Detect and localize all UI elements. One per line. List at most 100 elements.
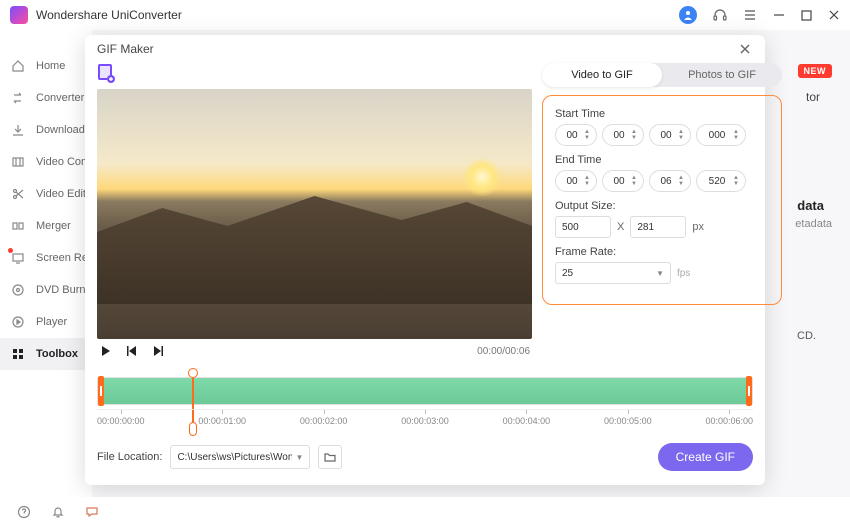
dvd-icon [10,282,26,298]
frame-rate-select[interactable]: 25 ▼ [555,262,671,284]
maximize-icon[interactable] [801,10,812,21]
app-logo [10,6,28,24]
output-x-label: X [617,221,624,233]
prev-frame-button[interactable] [125,344,139,358]
bottom-bar [0,497,850,527]
output-height-input[interactable] [630,216,686,238]
close-window-icon[interactable] [828,9,840,21]
end-ms-stepper[interactable]: 520▲▼ [696,170,746,192]
ruler-tick: 00:00:00:00 [97,416,145,433]
headset-icon[interactable] [713,8,727,22]
download-icon [10,122,26,138]
play-button[interactable] [99,344,113,358]
play-icon [10,314,26,330]
sidebar-item-label: Merger [36,220,71,232]
frame-rate-label: Frame Rate: [555,246,769,258]
video-preview[interactable] [97,89,532,339]
timeline-ruler: 00:00:00:00 00:00:01:00 00:00:02:00 00:0… [97,409,753,433]
convert-icon [10,90,26,106]
timeline-handle-right[interactable] [746,376,752,406]
ruler-tick: 00:00:02:00 [300,416,348,433]
help-icon[interactable] [16,504,32,520]
sidebar-item-label: Video Editor [36,188,92,200]
add-media-icon[interactable] [97,63,115,83]
sidebar-item-label: Toolbox [36,348,78,360]
ruler-tick: 00:00:01:00 [198,416,246,433]
sidebar-item-label: Video Compressor [36,156,92,168]
end-minutes-stepper[interactable]: 00▲▼ [602,170,644,192]
avatar-icon[interactable] [679,6,697,24]
sidebar-item-recorder[interactable]: Screen Recorder [0,242,92,274]
sidebar-item-compressor[interactable]: Video Compressor [0,146,92,178]
compress-icon [10,154,26,170]
timeline-track[interactable] [97,377,753,405]
sidebar-item-downloader[interactable]: Downloader [0,114,92,146]
menu-icon[interactable] [743,8,757,22]
home-icon [10,58,26,74]
record-icon [10,250,26,266]
output-width-input[interactable] [555,216,611,238]
sidebar-item-editor[interactable]: Video Editor [0,178,92,210]
gif-maker-modal: GIF Maker 00:00/00:06 [85,35,765,485]
close-icon[interactable] [737,41,753,57]
start-hours-stepper[interactable]: 00▲▼ [555,124,597,146]
bg-text: tor [806,90,820,104]
timeline-handle-left[interactable] [98,376,104,406]
open-folder-button[interactable] [318,445,342,469]
output-px-label: px [692,221,704,233]
sidebar-item-label: Downloader [36,124,92,136]
tab-video-to-gif[interactable]: Video to GIF [542,63,662,87]
timeline: 00:00:00:00 00:00:01:00 00:00:02:00 00:0… [97,377,753,433]
modal-header: GIF Maker [85,35,765,63]
create-gif-button[interactable]: Create GIF [658,443,753,471]
start-minutes-stepper[interactable]: 00▲▼ [602,124,644,146]
tab-photos-to-gif[interactable]: Photos to GIF [662,63,782,87]
window-controls [679,6,840,24]
modal-footer: File Location: C:\Users\ws\Pictures\Wond… [97,443,753,471]
tab-switch: Video to GIF Photos to GIF [542,63,782,87]
start-ms-stepper[interactable]: 000▲▼ [696,124,746,146]
app-title: Wondershare UniConverter [36,8,679,22]
output-size-label: Output Size: [555,200,769,212]
playback-controls: 00:00/00:06 [97,339,532,363]
grid-icon [10,346,26,362]
settings-panel: Start Time 00▲▼ 00▲▼ 00▲▼ 000▲▼ End Time… [542,95,782,305]
sidebar-item-toolbox[interactable]: Toolbox [0,338,92,370]
start-seconds-stepper[interactable]: 00▲▼ [649,124,691,146]
ruler-tick: 00:00:06:00 [705,416,753,433]
ruler-tick: 00:00:03:00 [401,416,449,433]
sidebar-item-home[interactable]: Home [0,50,92,82]
sidebar-item-dvd[interactable]: DVD Burner [0,274,92,306]
modal-title: GIF Maker [97,42,737,56]
sidebar-item-player[interactable]: Player [0,306,92,338]
minimize-icon[interactable] [773,9,785,21]
titlebar: Wondershare UniConverter [0,0,850,30]
bg-text: data [797,198,824,213]
bg-text: etadata [795,218,832,230]
end-time-label: End Time [555,154,769,166]
fps-label: fps [677,268,690,279]
merge-icon [10,218,26,234]
sidebar-item-label: Screen Recorder [36,252,92,264]
sidebar-item-label: Converter [36,92,84,104]
file-location-select[interactable]: C:\Users\ws\Pictures\Wonders ▼ [170,445,310,469]
sidebar-item-merger[interactable]: Merger [0,210,92,242]
ruler-tick: 00:00:04:00 [503,416,551,433]
bell-icon[interactable] [50,504,66,520]
sidebar-item-label: Player [36,316,67,328]
next-frame-button[interactable] [151,344,165,358]
start-time-label: Start Time [555,108,769,120]
end-seconds-stepper[interactable]: 06▲▼ [649,170,691,192]
bg-text: CD. [797,330,816,342]
sidebar: Home Converter Downloader Video Compress… [0,30,92,497]
sidebar-item-label: Home [36,60,65,72]
ruler-tick: 00:00:05:00 [604,416,652,433]
playback-time: 00:00/00:06 [477,346,530,357]
file-location-label: File Location: [97,451,162,463]
end-hours-stepper[interactable]: 00▲▼ [555,170,597,192]
feedback-icon[interactable] [84,504,100,520]
new-badge: NEW [798,64,833,78]
sidebar-item-label: DVD Burner [36,284,92,296]
scissors-icon [10,186,26,202]
sidebar-item-converter[interactable]: Converter [0,82,92,114]
